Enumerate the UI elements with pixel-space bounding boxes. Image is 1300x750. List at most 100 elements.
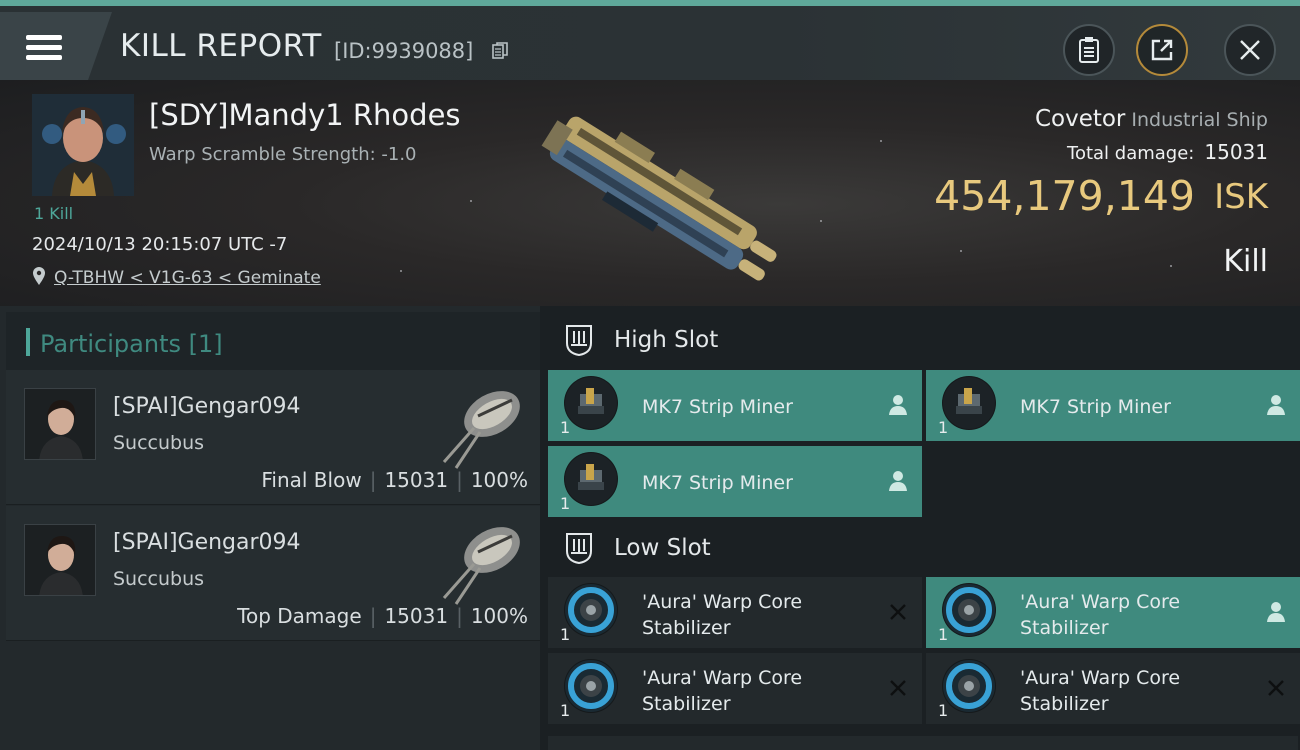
participant-card[interactable]: [SPAI]Gengar094 Succubus Top Damage | 1503…: [6, 506, 540, 641]
next-slot-header-peek: [548, 736, 1298, 750]
participant-name[interactable]: [SPAI]Gengar094: [113, 530, 301, 555]
share-icon: [1151, 39, 1173, 61]
module-slot[interactable]: 1 MK7 Strip Miner: [548, 370, 922, 441]
participant-stats: Top Damage | 15031 | 100%: [237, 604, 528, 628]
module-name: MK7 Strip Miner: [642, 472, 793, 494]
participant-ship-image: [442, 527, 520, 605]
warp-core-stabilizer-icon: [564, 659, 618, 713]
participant-role: Final Blow: [261, 468, 362, 492]
participant-name[interactable]: [SPAI]Gengar094: [113, 394, 301, 419]
strip-miner-icon: [564, 452, 618, 506]
x-icon: [1268, 680, 1284, 696]
person-icon: [1267, 395, 1285, 415]
total-damage-value: 15031: [1204, 140, 1268, 164]
clipboard-button[interactable]: [1063, 24, 1115, 76]
participant-stats: Final Blow | 15031 | 100%: [261, 468, 528, 492]
module-quantity: 1: [938, 418, 949, 437]
module-quantity: 1: [560, 418, 571, 437]
top-bar: KILL REPORT [ID:9939088]: [0, 0, 1300, 82]
strip-miner-icon: [942, 376, 996, 430]
high-slot-title: High Slot: [614, 327, 719, 353]
module-name: 'Aura' Warp Core Stabilizer: [642, 665, 802, 717]
participants-header: Participants [1]: [6, 312, 540, 370]
clipboard-icon: [1079, 37, 1099, 63]
module-name-line: 'Aura' Warp Core: [642, 591, 803, 613]
participant-ship: Succubus: [113, 568, 205, 590]
ship-class: Industrial Ship: [1131, 109, 1268, 131]
module-slot[interactable]: 1 'Aura' Warp Core Stabilizer: [548, 653, 922, 724]
participant-card[interactable]: [SPAI]Gengar094 Succubus Final Blow | 1503…: [6, 370, 540, 505]
header-accent: [26, 328, 30, 356]
module-name-line: 'Aura' Warp Core: [1020, 667, 1181, 689]
person-icon: [889, 471, 907, 491]
warp-core-stabilizer-icon: [942, 659, 996, 713]
module-slot[interactable]: 1 'Aura' Warp Core Stabilizer: [926, 653, 1300, 724]
isk-unit: ISK: [1214, 177, 1268, 217]
module-name-line: Stabilizer: [1020, 617, 1109, 639]
participant-percent: 100%: [470, 468, 528, 492]
participants-title: Participants [1]: [40, 330, 223, 358]
high-slot-header: High Slot: [548, 310, 1298, 370]
close-button[interactable]: [1224, 24, 1276, 76]
kill-timestamp: 2024/10/13 20:15:07 UTC -7: [32, 234, 288, 255]
module-quantity: 1: [938, 701, 949, 720]
participants-panel: Participants [1] [SPAI]Gengar094 Succubu…: [0, 306, 540, 750]
avatar[interactable]: [24, 388, 96, 460]
low-slot-header: Low Slot: [548, 518, 1298, 578]
participant-damage: 15031: [384, 604, 449, 628]
victim-portrait[interactable]: [32, 94, 134, 196]
participant-damage: 15031: [384, 468, 449, 492]
isk-value: 454,179,149: [934, 172, 1195, 220]
ship-type: Covetor: [1034, 106, 1126, 132]
participant-role: Top Damage: [237, 604, 362, 628]
total-damage: Total damage: 15031: [1067, 140, 1268, 164]
module-name-line: 'Aura' Warp Core: [642, 667, 803, 689]
kill-count: 1 Kill: [34, 204, 74, 223]
module-name-line: Stabilizer: [1020, 693, 1109, 715]
module-name-line: Stabilizer: [642, 693, 731, 715]
participant-ship: Succubus: [113, 432, 205, 454]
person-icon: [1267, 602, 1285, 622]
module-quantity: 1: [560, 625, 571, 644]
module-name-line: Stabilizer: [642, 617, 731, 639]
participant-ship-image: [442, 391, 520, 469]
avatar[interactable]: [24, 524, 96, 596]
module-quantity: 1: [560, 701, 571, 720]
kill-location-link[interactable]: Q-TBHW < V1G-63 < Geminate: [54, 268, 321, 288]
x-icon: [890, 680, 906, 696]
total-damage-label: Total damage:: [1067, 143, 1195, 164]
module-name: MK7 Strip Miner: [1020, 396, 1171, 418]
module-slot[interactable]: 1 'Aura' Warp Core Stabilizer: [548, 577, 922, 648]
low-slot-title: Low Slot: [614, 535, 711, 561]
module-quantity: 1: [560, 494, 571, 513]
report-id: [ID:9939088]: [334, 39, 474, 63]
module-slot[interactable]: 1 MK7 Strip Miner: [926, 370, 1300, 441]
victim-name[interactable]: [SDY]Mandy1 Rhodes: [149, 98, 461, 132]
copy-icon[interactable]: [492, 42, 508, 60]
high-slot-icon: [566, 325, 592, 357]
module-slot[interactable]: 1 MK7 Strip Miner: [548, 446, 922, 517]
location-pin-icon: [33, 267, 45, 285]
warp-core-stabilizer-icon: [564, 583, 618, 637]
menu-button[interactable]: [0, 12, 112, 82]
x-icon: [890, 604, 906, 620]
warp-scramble-strength: Warp Scramble Strength: -1.0: [149, 144, 417, 165]
low-slot-icon: [566, 533, 592, 565]
victim-ship-image: [541, 116, 777, 281]
person-icon: [889, 395, 907, 415]
module-name: 'Aura' Warp Core Stabilizer: [642, 589, 802, 641]
participant-percent: 100%: [470, 604, 528, 628]
module-slot[interactable]: 1 'Aura' Warp Core Stabilizer: [926, 577, 1300, 648]
victim-banner: [SDY]Mandy1 Rhodes Warp Scramble Strengt…: [0, 80, 1300, 306]
kill-result: Kill: [1223, 244, 1268, 279]
share-button[interactable]: [1136, 24, 1188, 76]
page-title: KILL REPORT: [120, 28, 322, 64]
close-icon: [1240, 40, 1260, 60]
fittings-panel: High Slot 1 MK7 Strip Miner 1 MK7 Strip …: [540, 306, 1300, 750]
menu-icon: [26, 30, 62, 65]
module-name: MK7 Strip Miner: [642, 396, 793, 418]
warp-core-stabilizer-icon: [942, 583, 996, 637]
module-name: 'Aura' Warp Core Stabilizer: [1020, 589, 1180, 641]
victim-ship-name[interactable]: Covetor Industrial Ship: [1035, 106, 1268, 132]
module-name-line: 'Aura' Warp Core: [1020, 591, 1181, 613]
